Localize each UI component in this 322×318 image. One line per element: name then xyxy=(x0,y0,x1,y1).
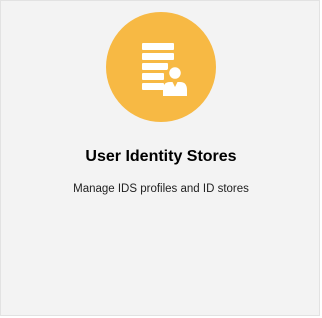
card-description: Manage IDS profiles and ID stores xyxy=(73,183,249,195)
user-identity-stores-card[interactable]: User Identity Stores Manage IDS profiles… xyxy=(0,0,320,316)
card-title: User Identity Stores xyxy=(85,148,237,165)
user-identity-store-icon xyxy=(106,12,216,122)
